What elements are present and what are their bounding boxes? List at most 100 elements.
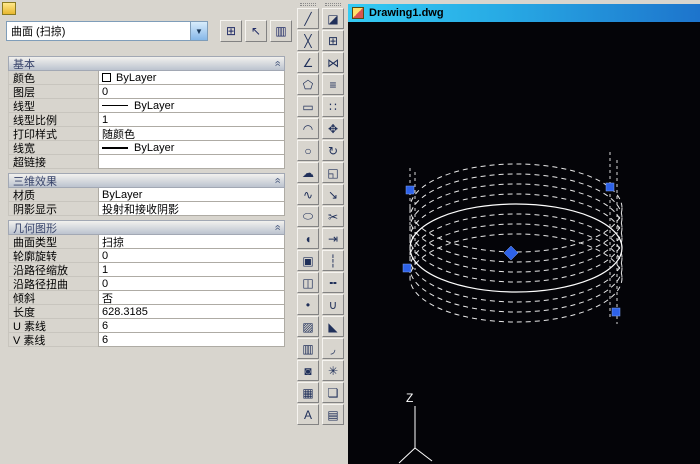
drawing-titlebar[interactable]: Drawing1.dwg <box>348 4 700 22</box>
property-value[interactable]: 随颜色 <box>98 127 285 141</box>
property-value[interactable]: 0 <box>98 249 285 263</box>
rectangle-button[interactable]: ▭ <box>297 96 319 117</box>
draw-order-button[interactable]: ❏ <box>322 382 344 403</box>
property-value[interactable]: 0 <box>98 277 285 291</box>
mirror-button[interactable]: ⋈ <box>322 52 344 73</box>
collapse-chevron-icon[interactable]: « <box>271 224 282 230</box>
toolbar-grip[interactable] <box>300 3 316 6</box>
table-button[interactable]: ▦ <box>297 382 319 403</box>
section-header-2[interactable]: 几何图形« <box>8 220 285 235</box>
property-value[interactable]: 628.3185 <box>98 305 285 319</box>
quick-select-button[interactable]: ▥ <box>270 20 292 42</box>
array-button[interactable]: ∷ <box>322 96 344 117</box>
property-row: 轮廓旋转 0 <box>8 249 285 263</box>
line-button[interactable]: ╱ <box>297 8 319 29</box>
hatch-button[interactable]: ▨ <box>297 316 319 337</box>
collapse-chevron-icon[interactable]: « <box>271 60 282 66</box>
break-at-point-button[interactable]: ┆ <box>322 250 344 271</box>
rotate-icon: ↻ <box>328 144 338 158</box>
object-type-select[interactable]: 曲面 (扫掠) ▼ <box>6 21 208 41</box>
ellipse-arc-button[interactable]: ◖ <box>297 228 319 249</box>
join-button[interactable]: ∪ <box>322 294 344 315</box>
polyline-button[interactable]: ∠ <box>297 52 319 73</box>
property-value[interactable]: 扫掠 <box>98 235 285 249</box>
property-value-text: 628.3185 <box>102 306 148 318</box>
property-value[interactable]: ByLayer <box>98 188 285 202</box>
ellipse-button[interactable]: ⬭ <box>297 206 319 227</box>
property-row: 打印样式随颜色 <box>8 127 285 141</box>
section-title: 几何图形 <box>13 220 274 236</box>
polyline-icon: ∠ <box>303 56 314 70</box>
explode-icon: ✳ <box>328 364 338 378</box>
erase-button[interactable]: ◪ <box>322 8 344 29</box>
offset-button[interactable]: ≡ <box>322 74 344 95</box>
chamfer-button[interactable]: ◣ <box>322 316 344 337</box>
property-value[interactable]: ByLayer <box>98 71 285 85</box>
chevron-down-icon[interactable]: ▼ <box>190 22 207 40</box>
collapse-chevron-icon[interactable]: « <box>271 177 282 183</box>
property-value[interactable]: ByLayer <box>98 99 285 113</box>
stretch-button[interactable]: ↘ <box>322 184 344 205</box>
section-header-1[interactable]: 三维效果« <box>8 173 285 188</box>
property-label: 图层 <box>8 85 98 99</box>
multiline-text-icon: A <box>304 408 312 422</box>
make-block-button[interactable]: ◫ <box>297 272 319 293</box>
center-grip-diamond[interactable] <box>504 246 518 260</box>
section-header-0[interactable]: 基本« <box>8 56 285 71</box>
properties-button[interactable]: ▤ <box>322 404 344 425</box>
insert-block-button[interactable]: ▣ <box>297 250 319 271</box>
select-objects-button[interactable]: ↖ <box>245 20 267 42</box>
property-value[interactable] <box>98 155 285 169</box>
property-value[interactable]: 1 <box>98 113 285 127</box>
property-row: 沿路径扭曲0 <box>8 277 285 291</box>
property-value[interactable]: 6 <box>98 319 285 333</box>
grip-point[interactable] <box>406 186 414 194</box>
point-button[interactable]: • <box>297 294 319 315</box>
arc-button[interactable]: ◠ <box>297 118 319 139</box>
property-row: 曲面类型扫掠 <box>8 235 285 249</box>
toolbar-grip[interactable] <box>325 3 341 6</box>
property-value[interactable]: 否 <box>98 291 285 305</box>
fillet-button[interactable]: ◞ <box>322 338 344 359</box>
ucs-icon <box>399 406 432 463</box>
grip-point[interactable] <box>403 264 411 272</box>
grip-point[interactable] <box>606 183 614 191</box>
property-row: 材质ByLayer <box>8 188 285 202</box>
palette-tool-buttons: ⊞↖▥ <box>217 20 292 42</box>
property-value[interactable]: 6 <box>98 333 285 347</box>
property-value-text: 0 <box>102 250 108 262</box>
multiline-text-button[interactable]: A <box>297 404 319 425</box>
polygon-button[interactable]: ⬠ <box>297 74 319 95</box>
mirror-icon: ⋈ <box>327 56 339 70</box>
property-value[interactable]: 投射和接收阴影 <box>98 202 285 216</box>
toggle-pickadd-button[interactable]: ⊞ <box>220 20 242 42</box>
grip-point[interactable] <box>612 308 620 316</box>
construction-line-button[interactable]: ╳ <box>297 30 319 51</box>
property-row: 线型ByLayer <box>8 99 285 113</box>
property-label: 曲面类型 <box>8 235 98 249</box>
property-value-text: 6 <box>102 320 108 332</box>
break-button[interactable]: ╍ <box>322 272 344 293</box>
fillet-icon: ◞ <box>331 342 336 356</box>
revision-cloud-button[interactable]: ☁ <box>297 162 319 183</box>
region-button[interactable]: ◙ <box>297 360 319 381</box>
extend-button[interactable]: ⇥ <box>322 228 344 249</box>
scale-button[interactable]: ◱ <box>322 162 344 183</box>
property-label: 轮廓旋转 <box>8 249 98 263</box>
gradient-button[interactable]: ▥ <box>297 338 319 359</box>
circle-button[interactable]: ○ <box>297 140 319 161</box>
trim-button[interactable]: ✂ <box>322 206 344 227</box>
rotate-button[interactable]: ↻ <box>322 140 344 161</box>
spline-button[interactable]: ∿ <box>297 184 319 205</box>
modify-toolbar: ◪⊞ ⋈ ≡∷✥ ↻ ◱↘✂⇥┆╍∪◣ ◞ ✳ ❏ ▤ <box>321 2 345 426</box>
object-selector-row: 曲面 (扫掠) ▼ ⊞↖▥ <box>6 20 292 42</box>
property-row: 超链接 <box>8 155 285 169</box>
move-button[interactable]: ✥ <box>322 118 344 139</box>
property-value[interactable]: 1 <box>98 263 285 277</box>
copy-button[interactable]: ⊞ <box>322 30 344 51</box>
explode-button[interactable]: ✳ <box>322 360 344 381</box>
draw-order-icon: ❏ <box>328 386 339 400</box>
property-value[interactable]: ByLayer <box>98 141 285 155</box>
property-value[interactable]: 0 <box>98 85 285 99</box>
drawing-canvas[interactable]: Z <box>348 22 700 464</box>
